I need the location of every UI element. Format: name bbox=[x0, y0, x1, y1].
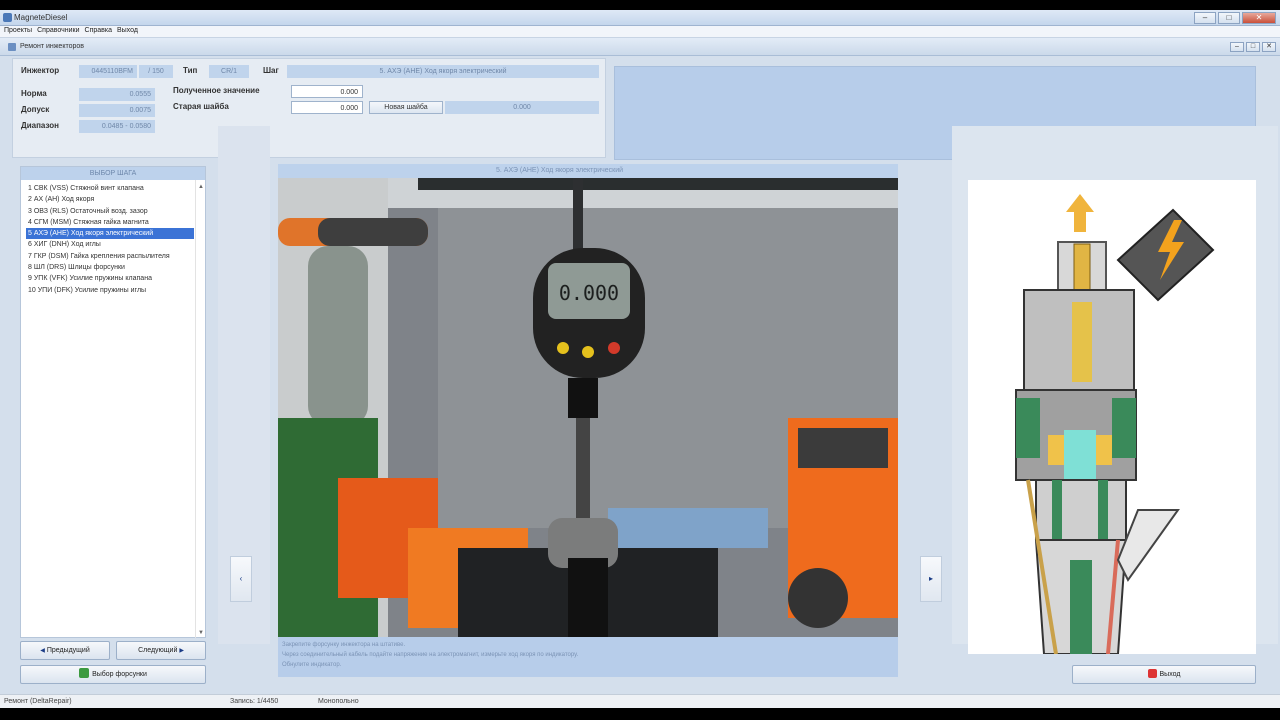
type-value: CR/1 bbox=[209, 65, 249, 78]
previous-label: Предыдущий bbox=[46, 647, 90, 654]
minimize-button[interactable]: – bbox=[1194, 12, 1216, 24]
arrow-left-icon: ◀ bbox=[40, 648, 45, 654]
range-value: 0.0485 - 0.0580 bbox=[79, 120, 155, 133]
chevron-right-icon: ▸ bbox=[928, 574, 933, 583]
scroll-down-icon[interactable]: ▼ bbox=[198, 630, 204, 636]
description-line: Закрепите форсунку инжектора на штативе. bbox=[282, 642, 406, 648]
select-injector-label: Выбор форсунки bbox=[92, 671, 147, 678]
step-list-panel: ВЫБОР ШАГА 1 СВК (VSS) Стяжной винт клап… bbox=[20, 166, 206, 638]
old-shim-label: Старая шайба bbox=[173, 102, 229, 111]
previous-button[interactable]: ◀ Предыдущий bbox=[20, 641, 110, 660]
status-form: Ремонт (DeltaRepair) bbox=[4, 698, 72, 705]
menu-help[interactable]: Справка bbox=[85, 26, 117, 37]
step-list-scrollbar[interactable]: ▲ ▼ bbox=[195, 180, 205, 638]
received-value-label: Полученное значение bbox=[173, 86, 260, 95]
new-shim-button[interactable]: Новая шайба bbox=[369, 101, 443, 114]
step-item[interactable]: 8 ШЛ (DRS) Шлицы форсунки bbox=[26, 262, 194, 273]
next-button[interactable]: Следующий ▶ bbox=[116, 641, 206, 660]
injector-label: Инжектор bbox=[21, 66, 60, 75]
step-item[interactable]: 4 СГМ (MSM) Стяжная гайка магнита bbox=[26, 217, 194, 228]
step-item[interactable]: 6 ХИГ (DNH) Ход иглы bbox=[26, 239, 194, 250]
step-list[interactable]: 1 СВК (VSS) Стяжной винт клапана 2 АХ (A… bbox=[21, 180, 205, 296]
description-line: Через соединительный кабель подайте напр… bbox=[282, 652, 579, 658]
injector-value: 0445110BFM bbox=[79, 65, 137, 78]
form-restore-button[interactable]: □ bbox=[1246, 42, 1260, 52]
form-titlebar: Ремонт инжекторов – □ ✕ bbox=[0, 38, 1280, 56]
tolerance-value: 0.0075 bbox=[79, 104, 155, 117]
window-title: MagneteDiesel bbox=[14, 13, 68, 22]
arrow-right-icon: ▶ bbox=[179, 648, 184, 654]
step-label: Шаг bbox=[263, 66, 279, 75]
injector-diagram bbox=[968, 180, 1256, 655]
window-titlebar: MagneteDiesel – □ ✕ bbox=[0, 10, 1280, 26]
tolerance-label: Допуск bbox=[21, 105, 50, 114]
form-icon bbox=[8, 43, 16, 51]
step-value: 5. АХЭ (AHE) Ход якоря электрический bbox=[287, 65, 599, 78]
injector-extra: / 150 bbox=[139, 65, 173, 78]
next-label: Следующий bbox=[138, 647, 178, 654]
description-line: Обнулите индикатор. bbox=[282, 662, 342, 668]
prev-image-button[interactable]: ‹ bbox=[230, 556, 252, 602]
range-min: 0.0485 bbox=[101, 123, 124, 130]
step-description: Закрепите форсунку инжектора на штативе.… bbox=[278, 637, 898, 677]
menu-projects[interactable]: Проекты bbox=[4, 26, 37, 37]
step-item[interactable]: 2 АХ (AH) Ход якоря bbox=[26, 194, 194, 205]
form-title: Ремонт инжекторов bbox=[20, 43, 84, 50]
scroll-up-icon[interactable]: ▲ bbox=[198, 184, 204, 190]
screen-top-border bbox=[0, 0, 1280, 10]
exit-button[interactable]: Выход bbox=[1072, 665, 1256, 684]
select-injector-button[interactable]: Выбор форсунки bbox=[20, 665, 206, 684]
status-records: Запись: 1/4450 bbox=[230, 698, 279, 705]
range-max: 0.0580 bbox=[129, 123, 151, 130]
maximize-button[interactable]: □ bbox=[1218, 12, 1240, 24]
step-viewer: 5. АХЭ (AHE) Ход якоря электрический 0.0… bbox=[278, 164, 898, 677]
status-mode: Монопольно bbox=[318, 698, 359, 705]
close-button[interactable]: ✕ bbox=[1242, 12, 1276, 24]
gauge-reading: 0.000 bbox=[559, 281, 619, 305]
status-bar: Ремонт (DeltaRepair) Запись: 1/4450 Моно… bbox=[0, 694, 1280, 708]
received-value-field[interactable]: 0.000 bbox=[291, 85, 363, 98]
exit-label: Выход bbox=[1159, 671, 1181, 678]
step-photo: 0.000 bbox=[278, 178, 898, 637]
step-list-header: ВЫБОР ШАГА bbox=[21, 167, 205, 180]
exit-icon bbox=[1147, 669, 1157, 678]
step-item[interactable]: 7 ГКР (DSM) Гайка крепления распылителя bbox=[26, 251, 194, 262]
norm-label: Норма bbox=[21, 89, 47, 98]
form-minimize-button[interactable]: – bbox=[1230, 42, 1244, 52]
old-shim-field[interactable]: 0.000 bbox=[291, 101, 363, 114]
chevron-left-icon: ‹ bbox=[239, 574, 243, 583]
step-viewer-header: 5. АХЭ (AHE) Ход якоря электрический bbox=[278, 164, 898, 178]
app-icon bbox=[3, 13, 12, 22]
step-item[interactable]: 1 СВК (VSS) Стяжной винт клапана bbox=[26, 183, 194, 194]
norm-value: 0.0555 bbox=[79, 88, 155, 101]
screen-bottom-border bbox=[0, 708, 1280, 720]
injector-icon bbox=[79, 668, 90, 678]
step-item[interactable]: 3 ОВЗ (RLS) Остаточный возд. зазор bbox=[26, 206, 194, 217]
step-item[interactable]: 10 УПИ (DFK) Усилие пружины иглы bbox=[26, 285, 194, 296]
type-label: Тип bbox=[183, 66, 198, 75]
menu-bar: Проекты Справочники Справка Выход bbox=[0, 26, 1280, 38]
step-item[interactable]: 9 УПК (VFK) Усилие пружины клапана bbox=[26, 273, 194, 284]
next-image-button[interactable]: ▸ bbox=[920, 556, 942, 602]
menu-references[interactable]: Справочники bbox=[37, 26, 84, 37]
range-label: Диапазон bbox=[21, 121, 59, 130]
step-item-selected[interactable]: 5 АХЭ (AHE) Ход якоря электрический bbox=[26, 228, 194, 240]
injector-info-panel: Инжектор 0445110BFM / 150 Тип CR/1 Шаг 5… bbox=[12, 58, 606, 158]
new-shim-value: 0.000 bbox=[445, 101, 599, 114]
form-close-button[interactable]: ✕ bbox=[1262, 42, 1276, 52]
menu-exit[interactable]: Выход bbox=[117, 26, 143, 37]
